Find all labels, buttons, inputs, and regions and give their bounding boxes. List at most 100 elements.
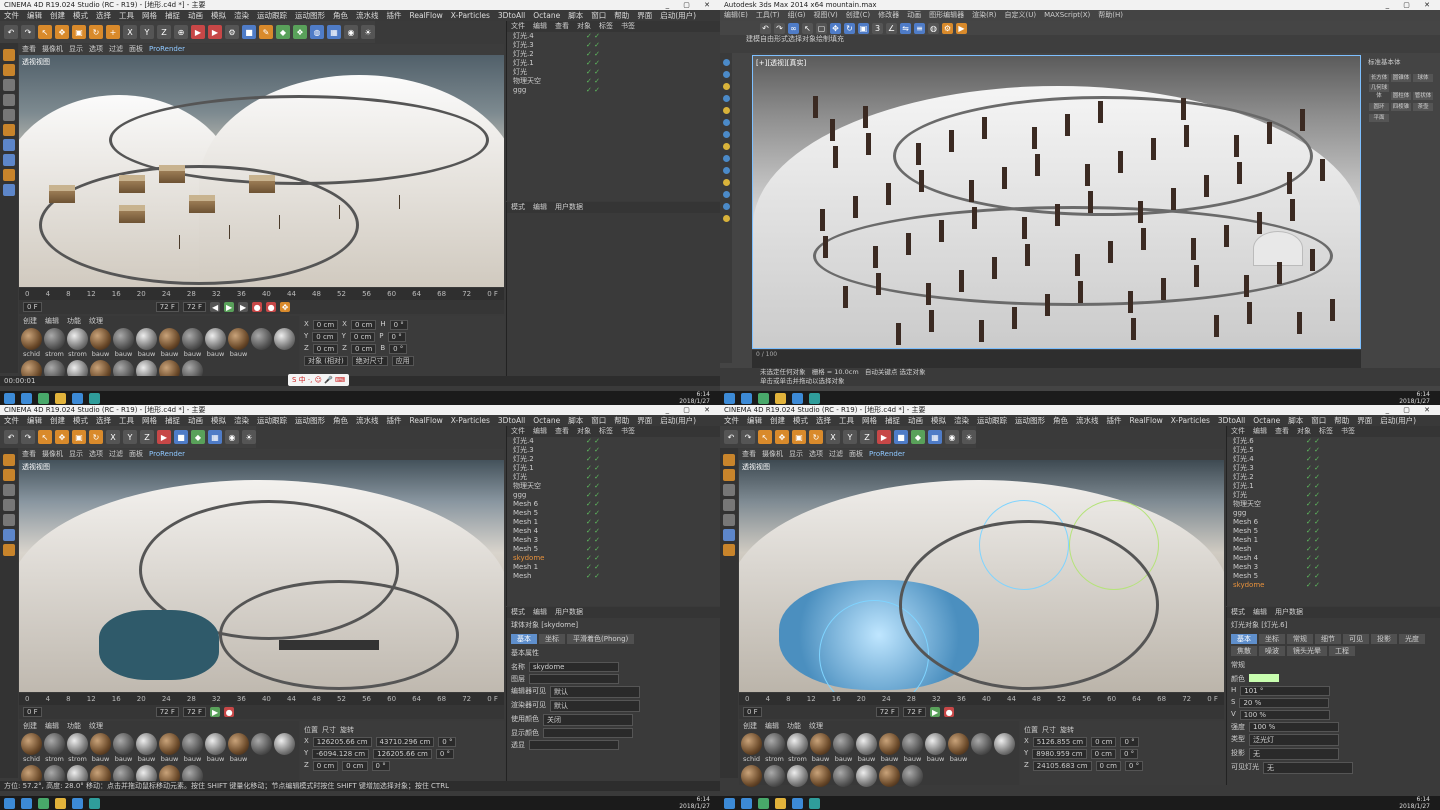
menu-item[interactable]: 帮助 (1330, 416, 1353, 425)
menu-item[interactable]: 插件 (383, 11, 406, 20)
object-row[interactable]: Mesh 5 ✓ ✓ (507, 545, 720, 554)
attr-tab[interactable]: 基本 (511, 634, 537, 644)
attr-tab[interactable]: 镜头光晕 (1287, 646, 1327, 656)
material-tab[interactable]: 编辑 (761, 722, 783, 730)
menu-item[interactable]: 流水线 (352, 11, 383, 20)
material-tab[interactable]: 功能 (63, 317, 85, 325)
material-swatch[interactable] (879, 765, 900, 787)
menu-item[interactable]: 动画 (903, 11, 925, 19)
viewport-menu-item[interactable]: 查看 (19, 450, 39, 458)
menu-item[interactable]: 插件 (1103, 416, 1126, 425)
pos-z-field[interactable]: 0 cm (312, 344, 339, 354)
frame-end-field[interactable]: 72 F (875, 707, 899, 717)
viewport-menu-item[interactable]: 面板 (126, 450, 146, 458)
attribute-manager-tab[interactable]: 编辑 (1249, 608, 1271, 616)
visibility-checks[interactable]: ✓ ✓ (586, 509, 600, 518)
material-swatch[interactable]: bauw (205, 328, 226, 358)
attr-property-value[interactable]: 100 % (1239, 710, 1330, 720)
menu-item[interactable]: 运动图形 (1011, 416, 1049, 425)
object-row[interactable]: 灯光.1 ✓ ✓ (507, 464, 720, 473)
timeline-tick[interactable]: 40 (262, 288, 271, 300)
rot-p-field[interactable]: 0 ° (435, 749, 455, 759)
light-icon[interactable]: ☀ (361, 25, 375, 39)
menu-item[interactable]: 创建(C) (842, 11, 874, 19)
perspective-viewport[interactable]: 透视视图 (19, 55, 504, 287)
object-manager-tab[interactable]: 文件 (507, 22, 529, 30)
viewport-menu-item[interactable]: ProRender (866, 450, 908, 458)
rot-b-field[interactable]: 0 ° (371, 761, 390, 771)
material-swatch[interactable]: bauw (136, 733, 157, 763)
object-manager-tab[interactable]: 书签 (617, 22, 639, 30)
menu-item[interactable]: 渲染(R) (968, 11, 1000, 19)
menu-item[interactable]: 角色 (329, 416, 352, 425)
material-swatch[interactable]: strom (44, 328, 65, 358)
material-swatch[interactable]: bauw (856, 733, 877, 763)
material-tab[interactable]: 编辑 (41, 722, 63, 730)
size-x-field[interactable]: 0 cm (350, 320, 377, 330)
lock-icon[interactable] (3, 169, 15, 181)
timeline-tick[interactable]: 28 (187, 693, 196, 705)
menu-item[interactable]: 3DtoAll (1214, 416, 1249, 425)
rot-h-field[interactable]: 0 ° (438, 737, 457, 747)
menu-item[interactable]: RealFlow (1126, 416, 1167, 425)
visibility-checks[interactable]: ✓ ✓ (586, 41, 600, 50)
tool-icon[interactable] (722, 167, 730, 174)
z-axis-icon[interactable]: Z (140, 430, 154, 444)
menu-item[interactable]: 界面 (1353, 416, 1376, 425)
visibility-checks[interactable]: ✓ ✓ (1306, 518, 1320, 527)
visibility-checks[interactable]: ✓ ✓ (1306, 491, 1320, 500)
timeline[interactable]: 0 4 8 12 16 20 24 28 32 36 40 44 48 52 56 60 64 68 72 0 F (19, 693, 504, 705)
material-swatch[interactable]: strom (67, 733, 88, 763)
attr-property-value[interactable]: 泛光灯 (1249, 734, 1339, 746)
timeline-tick[interactable]: 4 (46, 288, 50, 300)
menu-item[interactable]: 渲染 (230, 11, 253, 20)
material-swatch[interactable] (251, 328, 272, 358)
attr-tab[interactable]: 坐标 (1259, 634, 1285, 644)
viewport-menu-item[interactable]: 面板 (846, 450, 866, 458)
ribbon-tab[interactable]: 填充 (830, 35, 844, 43)
subdivision-icon[interactable]: ◆ (911, 430, 925, 444)
snap-icon[interactable] (3, 154, 15, 166)
c4d-taskbar-icon[interactable] (89, 797, 100, 809)
floor-icon[interactable]: ▦ (928, 430, 942, 444)
select-region-icon[interactable]: ▢ (816, 22, 827, 34)
app-icon[interactable] (38, 392, 49, 404)
viewport-menu-item[interactable]: 查看 (19, 45, 39, 53)
material-tab[interactable]: 创建 (739, 722, 761, 730)
timeline-tick[interactable]: 36 (957, 693, 966, 705)
menu-item[interactable]: Octane (529, 416, 564, 425)
timeline-tick[interactable]: 20 (857, 693, 866, 705)
window-controls[interactable]: _ ▢ ✕ (1386, 0, 1436, 10)
search-icon[interactable] (741, 392, 752, 404)
visibility-checks[interactable]: ✓ ✓ (586, 536, 600, 545)
material-tab[interactable]: 创建 (19, 317, 41, 325)
object-row[interactable]: Mesh 5 ✓ ✓ (507, 509, 720, 518)
object-row[interactable]: 灯光.3 ✓ ✓ (1227, 464, 1440, 473)
attribute-manager-tab[interactable]: 用户数据 (551, 203, 587, 211)
visibility-checks[interactable]: ✓ ✓ (1306, 554, 1320, 563)
create-object-button[interactable]: 长方体 (1369, 74, 1389, 82)
browser-icon[interactable] (792, 797, 803, 809)
object-row[interactable]: Mesh 3 ✓ ✓ (507, 536, 720, 545)
attribute-manager-tab[interactable]: 用户数据 (551, 608, 587, 616)
viewport-menu-item[interactable]: 摄像机 (39, 450, 66, 458)
y-axis-icon[interactable]: Y (843, 430, 857, 444)
menu-item[interactable]: RealFlow (406, 11, 447, 20)
attribute-manager-tab[interactable]: 编辑 (529, 608, 551, 616)
attr-tab[interactable]: 光度 (1399, 634, 1425, 644)
size-z-field[interactable]: 0 cm (1095, 761, 1121, 771)
timeline-tick[interactable]: 72 (462, 693, 471, 705)
viewport-menu-item[interactable]: 显示 (66, 450, 86, 458)
object-row[interactable]: Mesh 3 ✓ ✓ (1227, 563, 1440, 572)
material-swatch[interactable]: strom (44, 733, 65, 763)
object-manager-tab[interactable]: 查看 (1271, 427, 1293, 435)
menu-item[interactable]: 文件 (720, 416, 743, 425)
align-icon[interactable]: ≡ (914, 22, 925, 34)
texture-mode-icon[interactable] (3, 469, 15, 481)
material-swatch[interactable]: bauw (948, 733, 969, 763)
render-settings-icon[interactable]: ⚙ (225, 25, 239, 39)
material-editor-icon[interactable]: ◍ (928, 22, 939, 34)
attribute-manager-tab[interactable]: 模式 (507, 608, 529, 616)
visibility-checks[interactable]: ✓ ✓ (586, 77, 600, 86)
attr-tab[interactable]: 工程 (1329, 646, 1355, 656)
